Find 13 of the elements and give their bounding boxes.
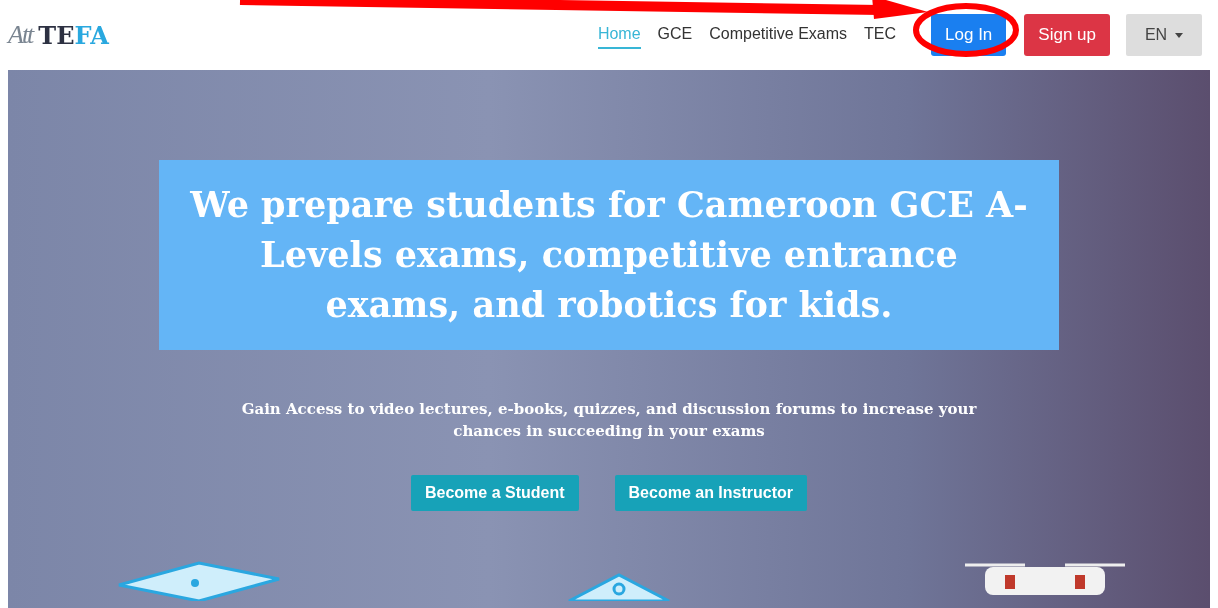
logo-mark: Att bbox=[8, 20, 33, 50]
nav-link[interactable]: TEC bbox=[864, 21, 897, 49]
nav-link[interactable]: GCE bbox=[657, 21, 693, 49]
hero-title: We prepare students for Cameroon GCE A-Levels exams, competitive entrance exams, and robotics for kids. bbox=[189, 183, 1029, 327]
signup-button[interactable]: Sign up bbox=[1024, 14, 1110, 56]
hero-subtitle: Gain Access to video lectures, e-books, quizzes, and discussion forums to increase your chances in succeeding in your exams bbox=[240, 399, 978, 442]
language-dropdown[interactable]: EN bbox=[1126, 14, 1202, 56]
cta-button[interactable]: Become a Student bbox=[410, 475, 579, 511]
logo-text: TEFA bbox=[38, 20, 109, 50]
cta-button[interactable]: Become an Instructor bbox=[614, 475, 808, 511]
caret-icon bbox=[1175, 32, 1184, 38]
nav-link[interactable]: Competitive Exams bbox=[709, 21, 848, 49]
nav-link[interactable]: Home bbox=[597, 21, 641, 49]
